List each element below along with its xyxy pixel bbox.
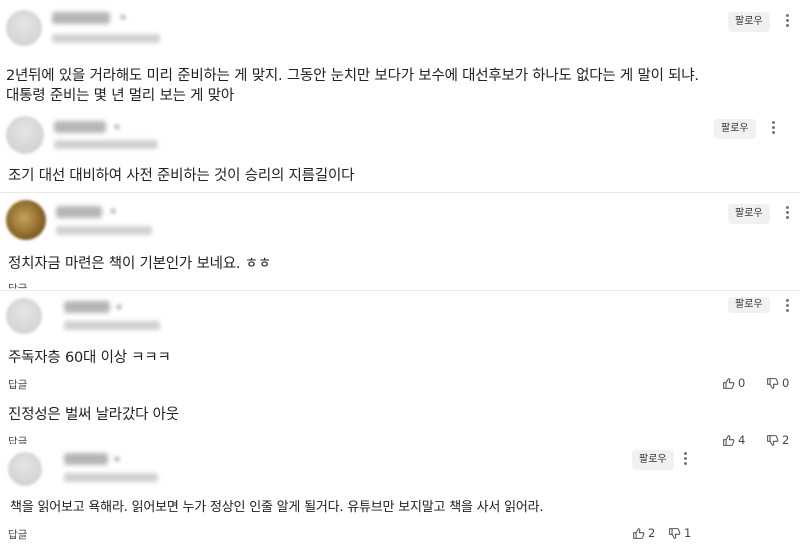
comment-text: 조기 대선 대비하여 사전 준비하는 것이 승리의 지름길이다 [8, 168, 355, 184]
reply-button[interactable]: 답글 [8, 436, 27, 444]
avatar[interactable] [6, 116, 44, 154]
comment-date-blurred [64, 321, 160, 330]
dislike-button[interactable]: 0 [766, 376, 789, 390]
author-name-blurred[interactable] [56, 206, 102, 218]
comment-text: 주독자층 60대 이상 ㅋㅋㅋ [8, 350, 171, 366]
divider [0, 290, 800, 291]
like-count: 0 [738, 376, 746, 390]
more-options-icon[interactable] [786, 206, 790, 221]
comment-date-blurred [56, 226, 152, 235]
comment-date-blurred [54, 140, 158, 149]
comment-text-line-2: 대통령 준비는 몇 년 멀리 보는 게 맞아 [6, 88, 234, 104]
badge-icon [116, 304, 122, 310]
thumbs-up-icon [723, 434, 735, 446]
avatar[interactable] [8, 452, 42, 486]
like-count: 2 [648, 526, 656, 540]
comment-date-blurred [52, 34, 160, 43]
comment-text: 정치자금 마련은 책이 기본인가 보네요. ㅎㅎ [8, 256, 271, 272]
avatar[interactable] [6, 298, 42, 334]
more-options-icon[interactable] [684, 452, 688, 467]
reply-button[interactable]: 답글 [8, 283, 27, 289]
like-button[interactable]: 2 [632, 526, 655, 540]
reply-button[interactable]: 답글 [8, 527, 27, 542]
dislike-count: 2 [782, 433, 790, 447]
badge-icon [114, 124, 120, 130]
like-button[interactable]: 4 [722, 433, 745, 447]
comment-date-blurred [64, 473, 158, 482]
thumbs-down-icon [767, 377, 779, 389]
divider [0, 192, 800, 193]
like-button[interactable]: 0 [722, 376, 745, 390]
more-options-icon[interactable] [786, 14, 790, 29]
author-name-blurred[interactable] [52, 12, 110, 24]
badge-icon [120, 14, 126, 20]
dislike-count: 0 [782, 376, 790, 390]
author-name-blurred[interactable] [64, 453, 108, 465]
follow-button[interactable]: 팔로우 [728, 297, 770, 313]
comment-text: 책을 읽어보고 욕해라. 읽어보면 누가 정상인 인줄 알게 될거다. 유튜브만… [10, 500, 544, 515]
comment-text-line-1: 2년뒤에 있을 거라해도 미리 준비하는 게 맞지. 그동안 눈치만 보다가 보… [6, 68, 699, 84]
follow-button[interactable]: 팔로우 [714, 119, 756, 139]
comment-text: 진정성은 벌써 날라갔다 아웃 [8, 407, 179, 423]
thumbs-down-icon [669, 527, 681, 539]
dislike-count: 1 [684, 526, 692, 540]
dislike-button[interactable]: 1 [668, 526, 691, 540]
follow-button[interactable]: 팔로우 [728, 12, 770, 32]
badge-icon [110, 208, 116, 214]
avatar[interactable] [6, 10, 42, 46]
badge-icon [114, 456, 120, 462]
thumbs-up-icon [633, 527, 645, 539]
reply-button[interactable]: 답글 [8, 377, 27, 392]
more-options-icon[interactable] [772, 121, 776, 136]
follow-button[interactable]: 팔로우 [728, 204, 770, 224]
dislike-button[interactable]: 2 [766, 433, 789, 447]
follow-button[interactable]: 팔로우 [632, 450, 674, 470]
thumbs-down-icon [767, 434, 779, 446]
thumbs-up-icon [723, 377, 735, 389]
like-count: 4 [738, 433, 746, 447]
more-options-icon[interactable] [786, 299, 790, 314]
avatar[interactable] [6, 200, 46, 240]
author-name-blurred[interactable] [54, 121, 106, 133]
author-name-blurred[interactable] [64, 301, 110, 313]
